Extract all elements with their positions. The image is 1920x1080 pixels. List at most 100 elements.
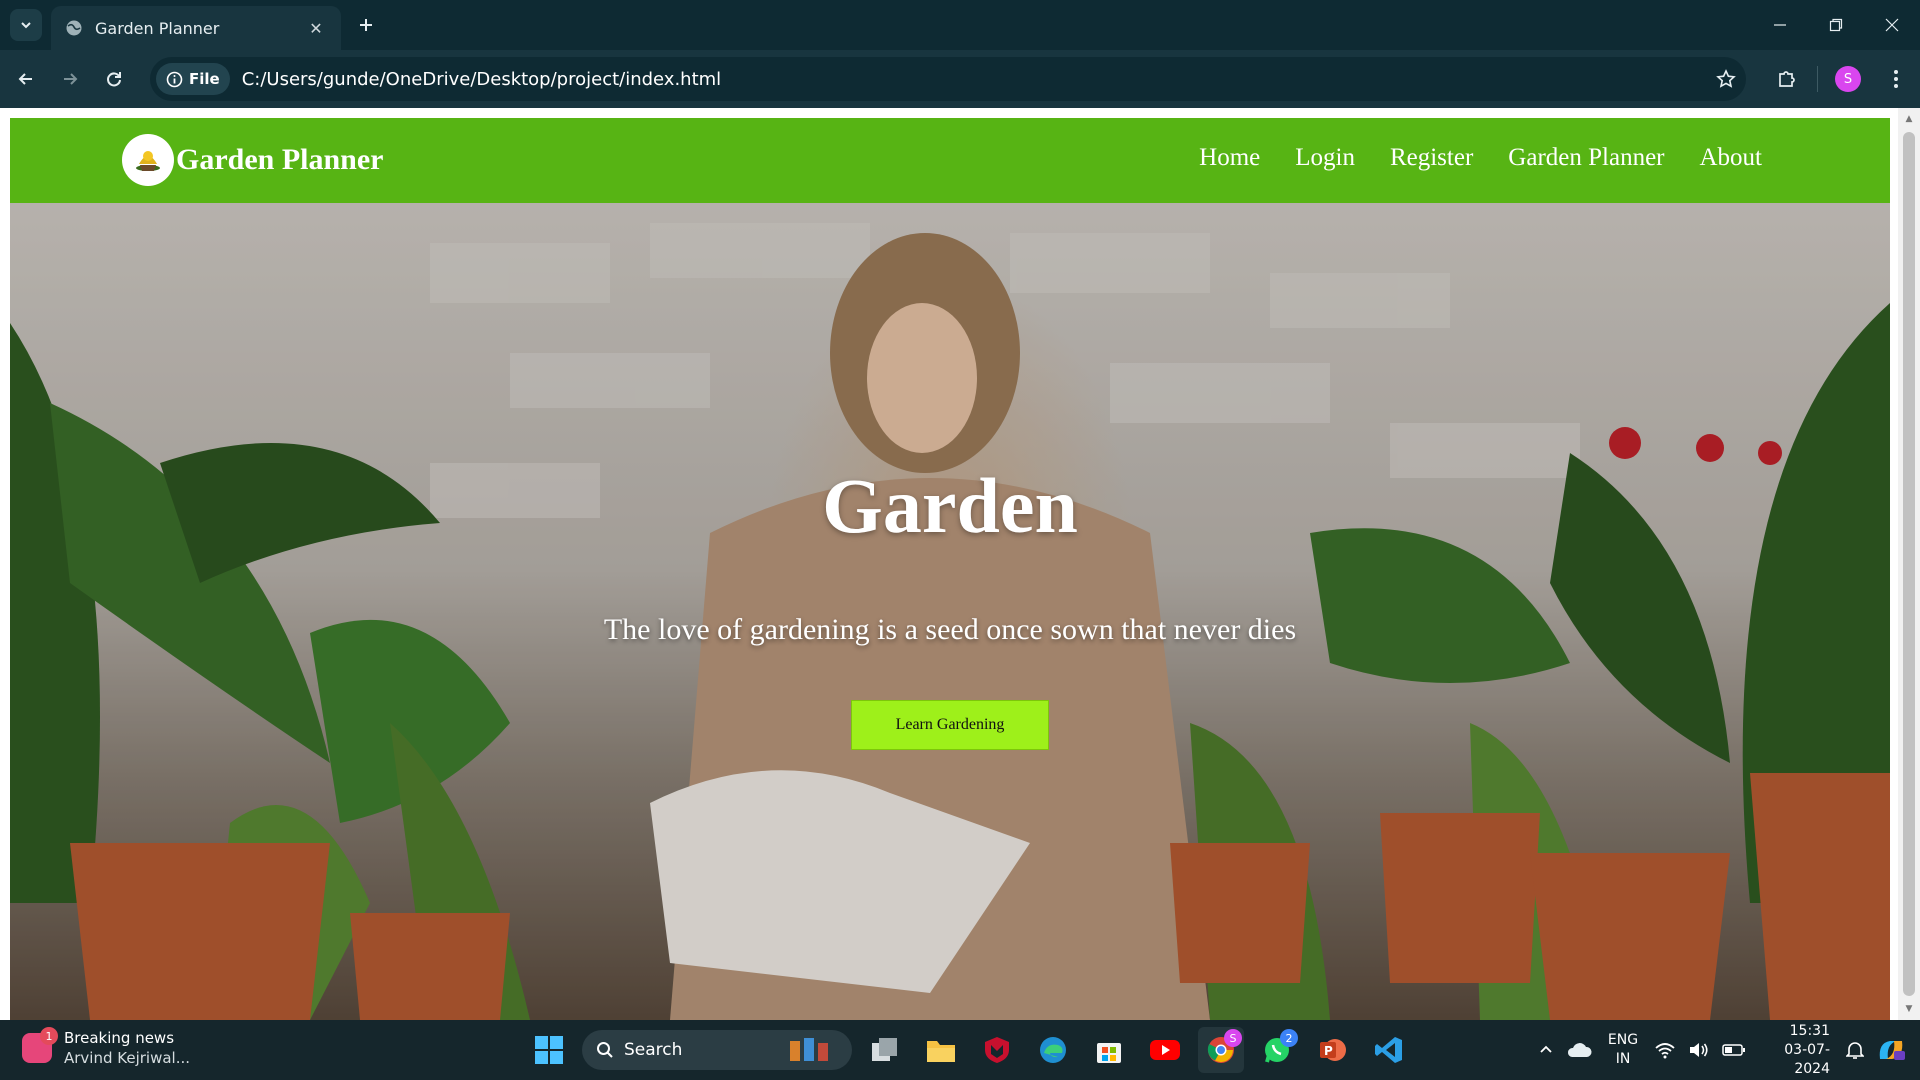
hero-overlay — [10, 203, 1890, 1020]
kebab-menu-icon — [1894, 70, 1898, 88]
bell-icon — [1846, 1042, 1864, 1059]
vscode-button[interactable] — [1366, 1027, 1412, 1073]
bookmark-button[interactable] — [1706, 69, 1746, 89]
site-brand[interactable]: Garden Planner — [122, 134, 384, 186]
nav-about[interactable]: About — [1700, 144, 1763, 172]
start-button[interactable] — [526, 1027, 572, 1073]
microsoft-store-button[interactable] — [1086, 1027, 1132, 1073]
arrow-left-icon — [18, 73, 32, 85]
system-tray: ENG IN 15:31 03-07-2024 — [1532, 1020, 1920, 1080]
address-bar[interactable]: File C:/Users/gunde/OneDrive/Desktop/pro… — [150, 57, 1746, 101]
task-view-button[interactable] — [862, 1027, 908, 1073]
nav-login[interactable]: Login — [1295, 144, 1355, 172]
new-tab-button[interactable] — [352, 11, 380, 39]
browser-menu-button[interactable] — [1872, 55, 1920, 103]
site-logo — [122, 134, 174, 186]
puzzle-icon — [1779, 71, 1795, 87]
region-code: IN — [1615, 1051, 1631, 1067]
news-title: Breaking news — [64, 1029, 175, 1047]
edge-icon — [1040, 1037, 1066, 1063]
store-icon — [1097, 1043, 1121, 1063]
copilot-button[interactable] — [1870, 1020, 1920, 1080]
brand-name: Garden Planner — [176, 143, 384, 176]
powerpoint-button[interactable]: P — [1310, 1027, 1356, 1073]
windows-taskbar: 1 Breaking news Arvind Kejriwal... Searc… — [0, 1020, 1920, 1080]
search-label: Search — [624, 1040, 683, 1060]
volume-button[interactable] — [1682, 1020, 1716, 1080]
restore-button[interactable] — [1808, 0, 1864, 50]
tab-garden-planner[interactable]: Garden Planner ✕ — [51, 6, 341, 50]
clock-date: 03-07-2024 — [1784, 1041, 1830, 1077]
close-window-button[interactable] — [1864, 0, 1920, 50]
nav-register[interactable]: Register — [1390, 144, 1473, 172]
chevron-up-icon — [1540, 1045, 1552, 1053]
site-nav: Home Login Register Garden Planner About — [1199, 144, 1762, 172]
profile-button[interactable]: S — [1824, 55, 1872, 103]
taskbar-apps: Search S 2 P — [526, 1020, 1412, 1080]
site-chip-label: File — [189, 70, 220, 88]
shield-icon — [985, 1037, 1009, 1063]
news-subtitle: Arvind Kejriwal... — [64, 1049, 191, 1067]
nav-garden-planner[interactable]: Garden Planner — [1508, 144, 1664, 172]
learn-gardening-button[interactable]: Learn Gardening — [851, 700, 1049, 750]
info-icon — [166, 71, 183, 87]
chrome-button[interactable]: S — [1198, 1027, 1244, 1073]
cloud-icon — [1567, 1043, 1592, 1057]
network-button[interactable] — [1648, 1020, 1682, 1080]
onedrive-button[interactable] — [1560, 1020, 1598, 1080]
edge-button[interactable] — [1030, 1027, 1076, 1073]
file-explorer-button[interactable] — [918, 1027, 964, 1073]
windows-icon — [535, 1036, 563, 1064]
youtube-button[interactable] — [1142, 1027, 1188, 1073]
browser-toolbar: File C:/Users/gunde/OneDrive/Desktop/pro… — [0, 50, 1920, 108]
svg-text:P: P — [1324, 1044, 1333, 1058]
forward-button[interactable] — [52, 61, 88, 97]
minimize-button[interactable] — [1752, 0, 1808, 50]
news-badge: 1 — [40, 1027, 58, 1045]
tab-search-button[interactable] — [10, 9, 42, 41]
toolbar-right: S — [1763, 50, 1920, 108]
plus-icon — [360, 19, 372, 31]
language-code: ENG — [1607, 1032, 1639, 1048]
site-info-chip[interactable]: File — [156, 63, 230, 95]
news-widget[interactable]: 1 Breaking news Arvind Kejriwal... — [22, 1027, 191, 1068]
hero-title: Garden — [822, 462, 1078, 549]
language-indicator[interactable]: ENG IN — [1598, 1020, 1648, 1080]
close-icon — [1885, 18, 1899, 32]
scroll-down-icon[interactable]: ▼ — [1898, 1000, 1920, 1018]
powerpoint-icon: P — [1320, 1039, 1346, 1061]
clock-time: 15:31 — [1789, 1022, 1830, 1039]
close-tab-icon[interactable]: ✕ — [305, 19, 327, 38]
browser-tab-strip: Garden Planner ✕ — [0, 0, 1920, 50]
back-button[interactable] — [8, 61, 44, 97]
restore-icon — [1829, 18, 1843, 32]
wifi-icon — [1655, 1043, 1675, 1059]
search-icon — [597, 1042, 613, 1058]
youtube-icon — [1150, 1040, 1180, 1060]
battery-button[interactable] — [1716, 1020, 1752, 1080]
toolbar-divider — [1817, 66, 1818, 92]
clock[interactable]: 15:31 03-07-2024 — [1752, 1020, 1840, 1080]
page-scrollbar[interactable]: ▲ ▼ — [1898, 108, 1920, 1020]
task-view-icon — [872, 1038, 897, 1061]
chrome-profile-badge: S — [1224, 1029, 1242, 1047]
page-viewport: Garden Planner Home Login Register Garde… — [0, 108, 1920, 1020]
battery-icon — [1722, 1044, 1745, 1056]
star-icon — [1716, 69, 1736, 88]
url-text[interactable]: C:/Users/gunde/OneDrive/Desktop/project/… — [242, 69, 1706, 90]
notifications-button[interactable] — [1840, 1020, 1870, 1080]
nav-home[interactable]: Home — [1199, 144, 1260, 172]
reload-button[interactable] — [96, 61, 132, 97]
whatsapp-button[interactable]: 2 — [1254, 1027, 1300, 1073]
whatsapp-badge: 2 — [1280, 1029, 1298, 1047]
search-highlight-icon — [790, 1038, 828, 1061]
scroll-thumb[interactable] — [1903, 132, 1915, 996]
chevron-down-icon — [21, 22, 31, 29]
show-hidden-icons-button[interactable] — [1532, 1020, 1560, 1080]
hero-section: Garden The love of gardening is a seed o… — [10, 203, 1890, 1020]
extensions-button[interactable] — [1763, 55, 1811, 103]
scroll-up-icon[interactable]: ▲ — [1898, 110, 1920, 128]
taskbar-search[interactable]: Search — [582, 1030, 852, 1070]
mcafee-button[interactable] — [974, 1027, 1020, 1073]
minimize-icon — [1774, 24, 1786, 26]
